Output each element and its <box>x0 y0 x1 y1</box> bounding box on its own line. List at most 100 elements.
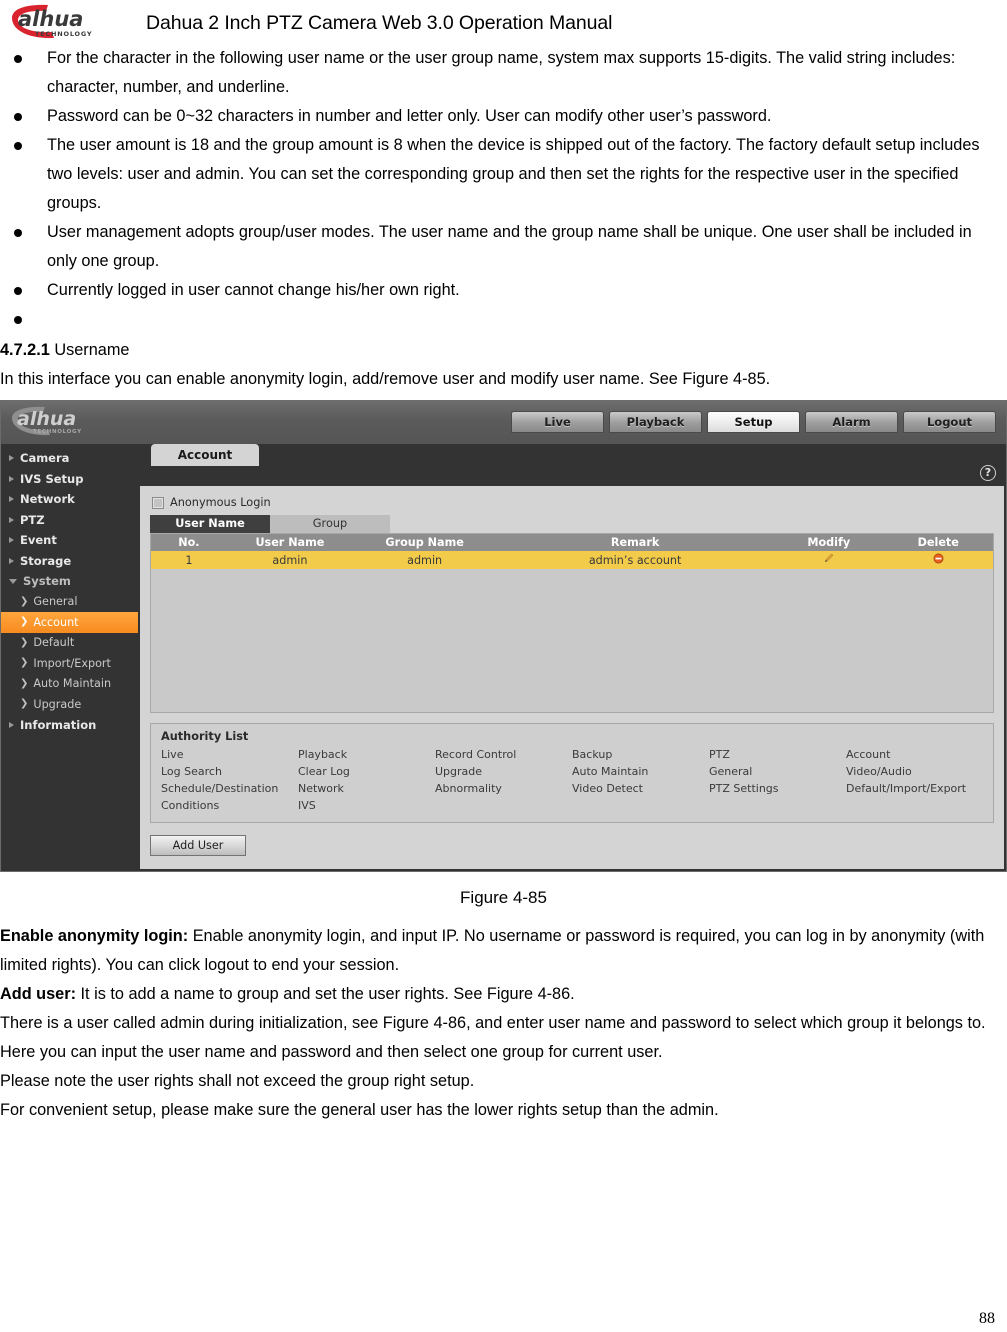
sidebar-item-label: Storage <box>20 553 72 568</box>
sub-tab-strip: User Name Group <box>150 515 994 533</box>
sidebar-item-label: IVS Setup <box>20 471 84 486</box>
page-number: 88 <box>979 1310 995 1327</box>
chevron-right-icon: ❯ <box>20 636 29 648</box>
svg-text:TECHNOLOGY: TECHNOLOGY <box>35 30 92 38</box>
sidebar-item-label: Camera <box>20 451 70 466</box>
sidebar-item-label: PTZ <box>20 512 45 527</box>
cell-remark: admin’s account <box>496 551 775 569</box>
authority-item: Video/Audio <box>846 765 912 778</box>
sidebar-item-label: Event <box>20 533 57 548</box>
nav-button-alarm[interactable]: Alarm <box>805 411 898 433</box>
cell-modify[interactable] <box>774 551 884 569</box>
authority-item: Schedule/Destination <box>161 782 279 795</box>
web-ui-nav: Live Playback Setup Alarm Logout <box>511 411 996 433</box>
nav-button-setup[interactable]: Setup <box>707 411 800 433</box>
content-area: Account ? Anonymous Login User Name Grou… <box>138 444 1006 871</box>
sidebar-item-label: Import/Export <box>33 656 111 670</box>
nav-button-logout[interactable]: Logout <box>903 411 996 433</box>
anonymous-login-checkbox[interactable] <box>152 496 164 509</box>
sidebar-item-default[interactable]: ❯ Default <box>1 633 138 654</box>
tab-strip: Account <box>138 444 1006 466</box>
web-ui-body: Camera IVS Setup Network PTZ Event Stora… <box>1 444 1006 871</box>
chevron-right-icon: ❯ <box>20 657 29 669</box>
sidebar: Camera IVS Setup Network PTZ Event Stora… <box>1 444 138 871</box>
authority-item: Backup <box>572 748 613 761</box>
pencil-icon[interactable] <box>823 553 834 567</box>
sidebar-item-account[interactable]: ❯ Account <box>1 612 138 633</box>
sidebar-item-ptz[interactable]: PTZ <box>1 510 138 531</box>
sidebar-item-camera[interactable]: Camera <box>1 448 138 469</box>
sidebar-item-system[interactable]: System <box>1 571 138 592</box>
list-item: Currently logged in user cannot change h… <box>0 276 1003 305</box>
chevron-right-icon <box>9 557 14 564</box>
sidebar-item-storage[interactable]: Storage <box>1 551 138 572</box>
authority-item: Abnormality <box>435 782 502 795</box>
chevron-right-icon: ❯ <box>20 595 29 607</box>
dahua-logo-ui: alhua TECHNOLOGY <box>9 406 121 438</box>
sidebar-item-event[interactable]: Event <box>1 530 138 551</box>
table-header-row: No. User Name Group Name Remark Modify D… <box>151 534 993 551</box>
authority-list-box: Authority List Live Playback Record Cont… <box>150 723 994 823</box>
sidebar-item-auto-maintain[interactable]: ❯ Auto Maintain <box>1 674 138 695</box>
sidebar-item-network[interactable]: Network <box>1 489 138 510</box>
cell-user-name: admin <box>226 551 354 569</box>
col-remark: Remark <box>496 534 775 551</box>
authority-item: Default/Import/Export <box>846 782 967 795</box>
document-header: alhua TECHNOLOGY Dahua 2 Inch PTZ Camera… <box>0 0 1007 44</box>
sidebar-item-general[interactable]: ❯ General <box>1 592 138 613</box>
col-modify: Modify <box>774 534 884 551</box>
authority-item: Log Search <box>161 765 222 778</box>
cell-group-name: admin <box>353 551 497 569</box>
list-item: Password can be 0~32 characters in numbe… <box>0 102 1003 131</box>
anonymous-login-row[interactable]: Anonymous Login <box>152 496 994 509</box>
chevron-right-icon: ❯ <box>20 698 29 710</box>
sidebar-item-upgrade[interactable]: ❯ Upgrade <box>1 694 138 715</box>
authority-item: General <box>709 765 753 778</box>
cell-no: 1 <box>151 551 227 569</box>
section-title: Username <box>54 341 130 359</box>
table-row[interactable]: 1 admin admin admin’s account <box>151 551 993 569</box>
authority-item: Network <box>298 782 344 795</box>
paragraph-admin-init: There is a user called admin during init… <box>0 1014 986 1032</box>
col-no: No. <box>151 534 227 551</box>
chevron-right-icon <box>9 475 14 482</box>
figure-4-85: alhua TECHNOLOGY Live Playback Setup Ala… <box>0 400 1007 872</box>
section-heading: 4.7.2.1 Username <box>0 336 1007 365</box>
chevron-right-icon: ❯ <box>20 677 29 689</box>
svg-text:TECHNOLOGY: TECHNOLOGY <box>33 429 82 435</box>
authority-item: Auto Maintain <box>572 765 649 778</box>
sidebar-item-label: Auto Maintain <box>33 677 112 691</box>
col-group-name: Group Name <box>353 534 497 551</box>
add-user-button[interactable]: Add User <box>150 835 246 856</box>
paragraph-input-user: Here you can input the user name and pas… <box>0 1043 663 1061</box>
tab-account[interactable]: Account <box>151 444 259 466</box>
sidebar-item-import-export[interactable]: ❯ Import/Export <box>1 653 138 674</box>
authority-item: Clear Log <box>298 765 350 778</box>
paragraph-enable-anonymity: Enable anonymity login: Enable anonymity… <box>0 922 1007 980</box>
web-ui-screenshot: alhua TECHNOLOGY Live Playback Setup Ala… <box>0 400 1007 872</box>
sidebar-item-ivs-setup[interactable]: IVS Setup <box>1 469 138 490</box>
anonymous-login-label: Anonymous Login <box>170 496 271 509</box>
sidebar-item-label: Upgrade <box>33 697 82 711</box>
sidebar-item-label: Information <box>20 717 97 732</box>
cell-delete[interactable] <box>883 551 993 569</box>
delete-circle-icon[interactable] <box>933 553 944 567</box>
help-icon[interactable]: ? <box>980 465 996 481</box>
nav-button-playback[interactable]: Playback <box>609 411 702 433</box>
section-number: 4.7.2.1 <box>0 341 50 359</box>
user-table: No. User Name Group Name Remark Modify D… <box>151 534 993 569</box>
sidebar-item-information[interactable]: Information <box>1 715 138 736</box>
authority-list-grid: Live Playback Record Control Backup PTZ … <box>161 748 983 812</box>
label-add-user: Add user: <box>0 985 76 1003</box>
authority-item: PTZ Settings <box>709 782 779 795</box>
authority-item: Conditions <box>161 799 220 812</box>
authority-list-title: Authority List <box>161 730 249 743</box>
chevron-right-icon <box>9 455 14 462</box>
svg-text:alhua: alhua <box>18 7 83 31</box>
nav-button-live[interactable]: Live <box>511 411 604 433</box>
subtab-user-name[interactable]: User Name <box>150 515 270 533</box>
help-bar: ? <box>138 465 1006 486</box>
paragraph-rights-note: Please note the user rights shall not ex… <box>0 1072 475 1090</box>
subtab-group[interactable]: Group <box>270 515 390 533</box>
list-item: User management adopts group/user modes.… <box>0 218 1003 276</box>
